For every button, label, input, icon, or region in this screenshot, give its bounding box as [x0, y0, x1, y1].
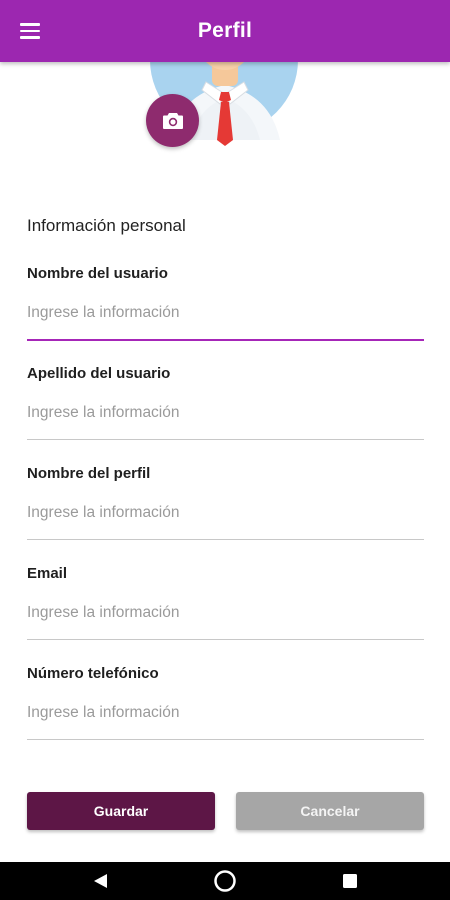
field-email: Email — [27, 565, 424, 640]
input-underline-focused — [27, 339, 424, 341]
field-nombre-perfil: Nombre del perfil — [27, 465, 424, 540]
nombre-perfil-input[interactable] — [27, 502, 424, 524]
home-circle-icon[interactable] — [211, 862, 239, 900]
camera-icon — [162, 112, 183, 129]
cancel-button[interactable]: Cancelar — [236, 792, 424, 830]
change-photo-button[interactable] — [146, 94, 199, 147]
hamburger-menu-icon[interactable] — [14, 17, 46, 45]
save-button[interactable]: Guardar — [27, 792, 215, 830]
field-apellido-usuario: Apellido del usuario — [27, 365, 424, 440]
input-underline — [27, 639, 424, 640]
field-label: Número telefónico — [27, 665, 159, 682]
field-label: Nombre del usuario — [27, 265, 168, 282]
section-title: Información personal — [27, 216, 186, 235]
email-input[interactable] — [27, 602, 424, 624]
input-underline — [27, 439, 424, 440]
input-underline — [27, 539, 424, 540]
page-title: Perfil — [197, 19, 253, 42]
app-bar: Perfil — [0, 0, 450, 62]
field-label: Nombre del perfil — [27, 465, 151, 482]
field-label: Email — [27, 565, 68, 582]
field-nombre-usuario: Nombre del usuario — [27, 265, 424, 341]
system-navigation-bar — [0, 862, 450, 900]
field-numero-telefonico: Número telefónico — [27, 665, 424, 740]
numero-telefonico-input[interactable] — [27, 702, 424, 724]
recents-square-icon[interactable] — [336, 862, 364, 900]
back-triangle-icon[interactable] — [86, 862, 114, 900]
apellido-usuario-input[interactable] — [27, 402, 424, 424]
input-underline — [27, 739, 424, 740]
field-label: Apellido del usuario — [27, 365, 171, 382]
nombre-usuario-input[interactable] — [27, 302, 424, 324]
